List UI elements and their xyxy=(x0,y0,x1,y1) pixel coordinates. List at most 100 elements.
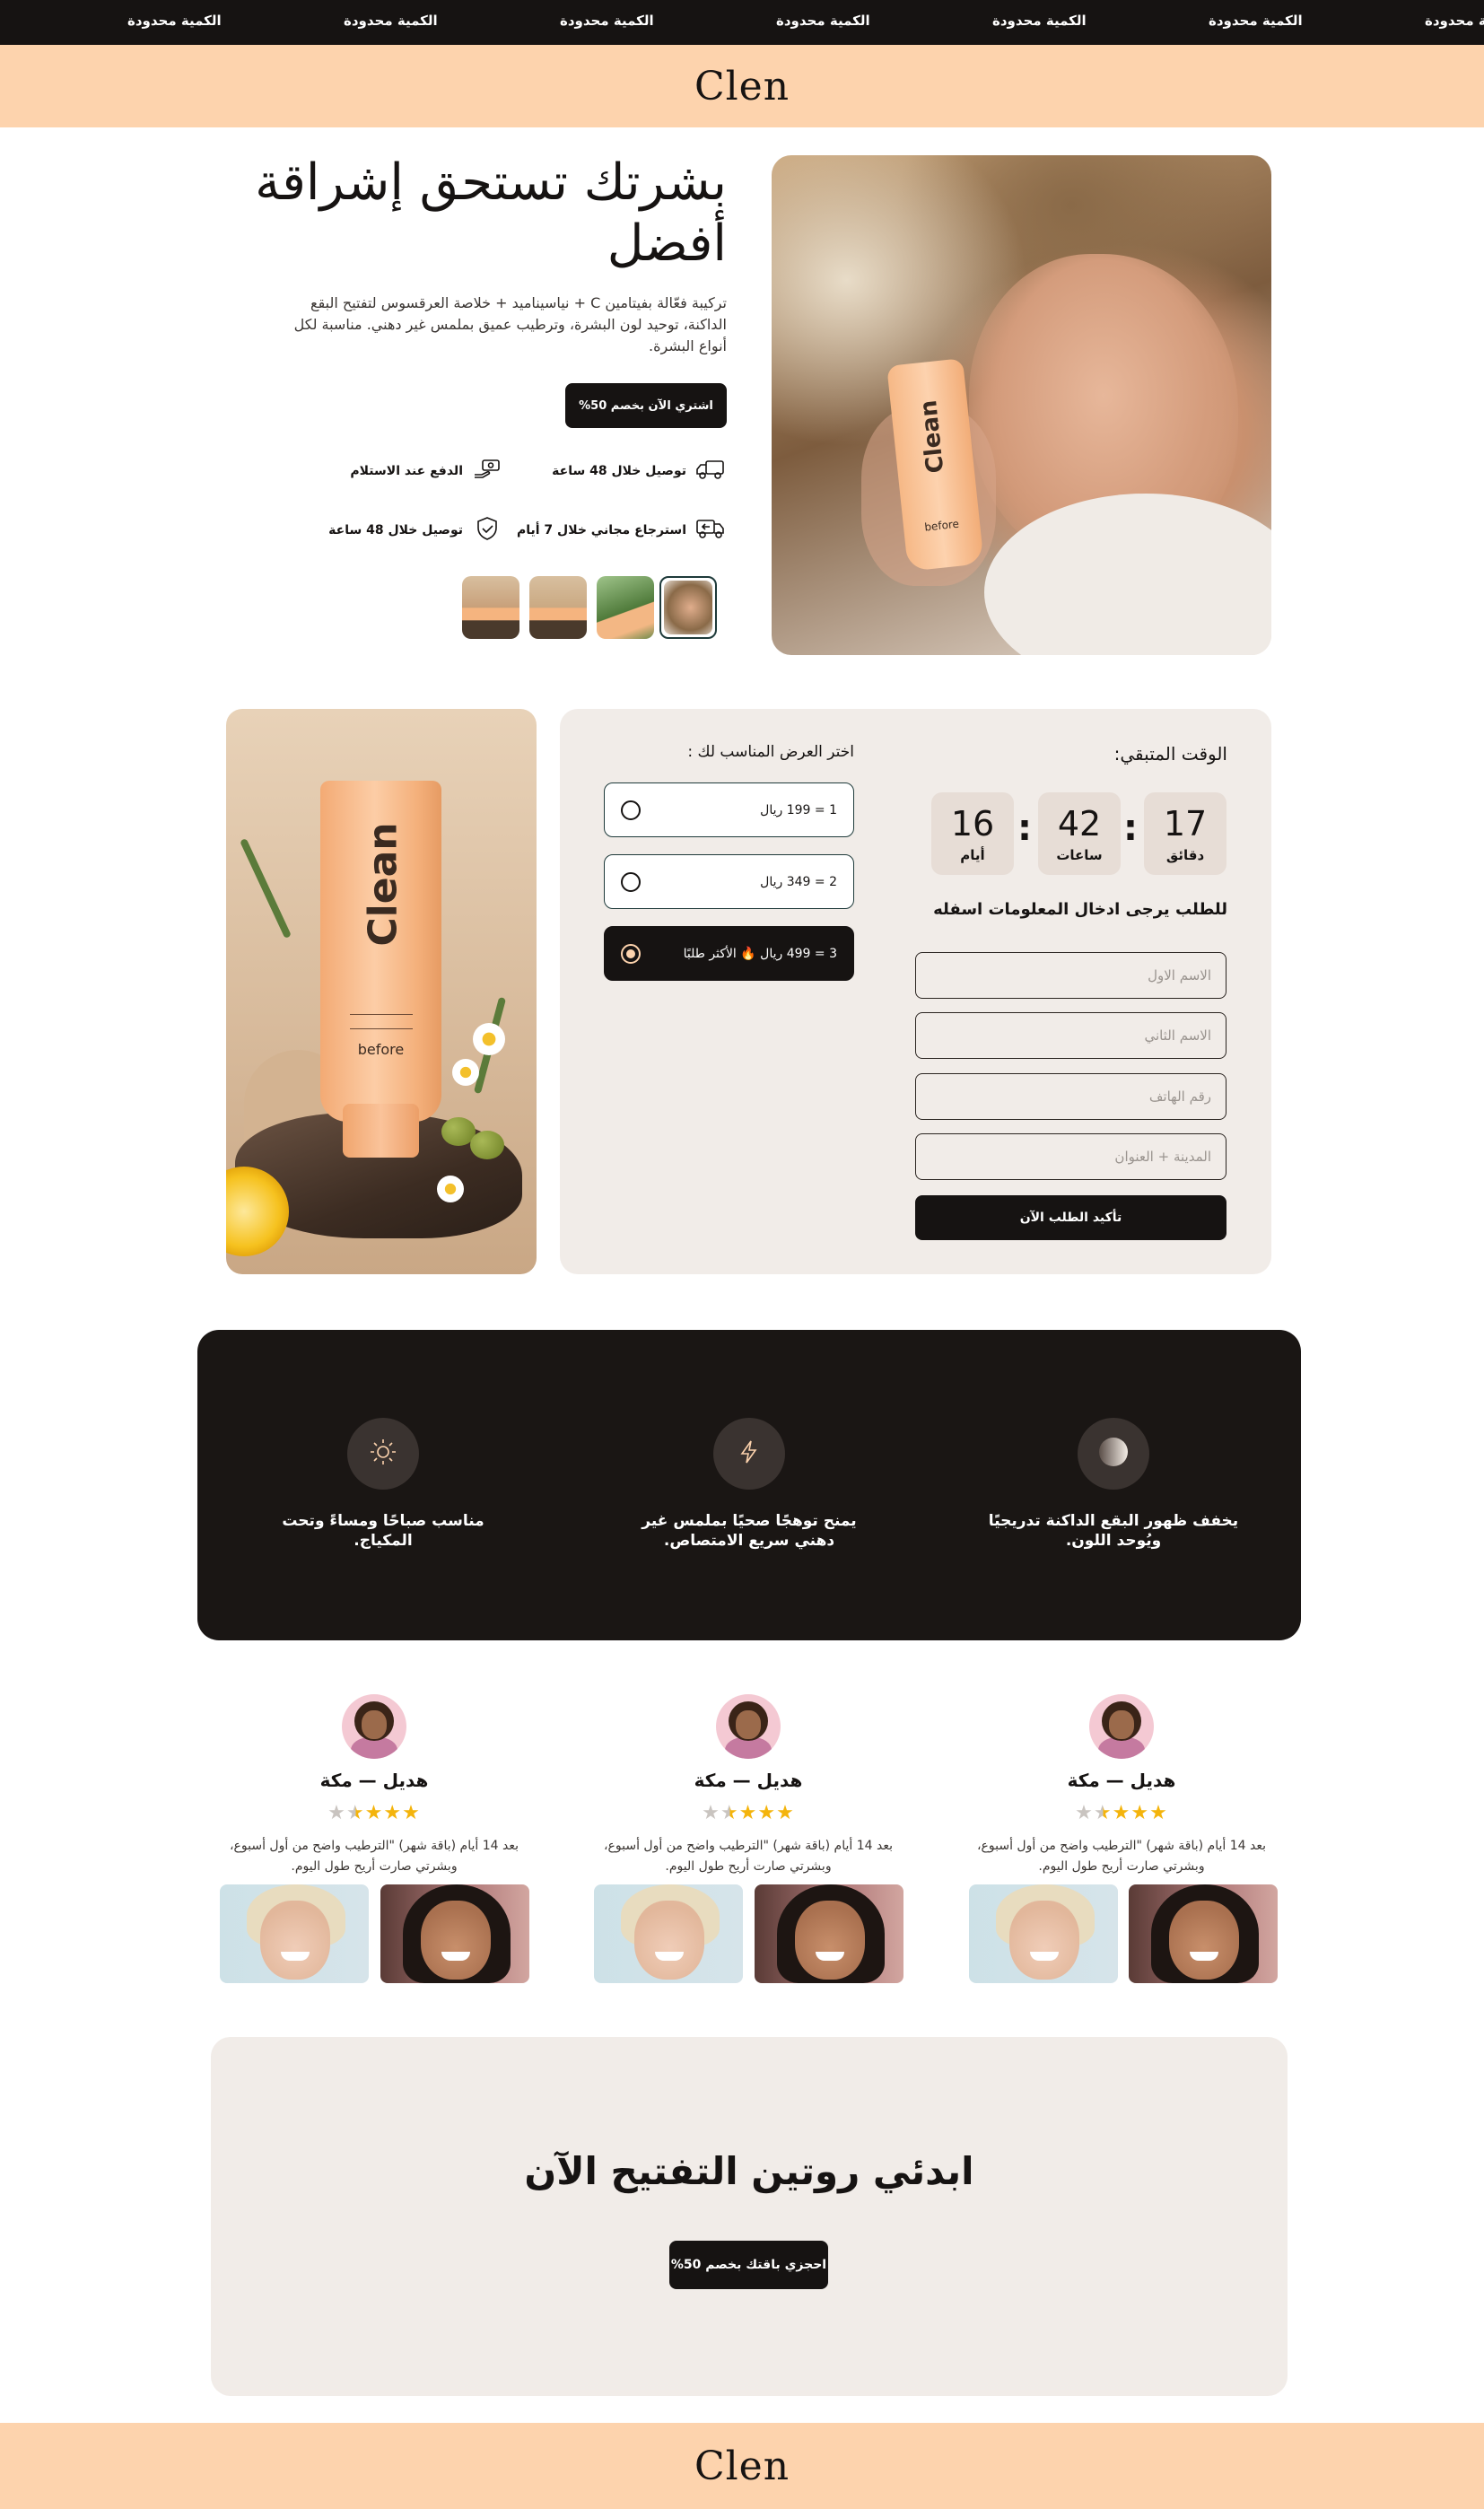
countdown-separator: : xyxy=(1123,808,1138,849)
countdown-days: 16 أيام xyxy=(931,792,1014,875)
review-photo[interactable] xyxy=(220,1884,369,1983)
reviewer-avatar xyxy=(342,1694,406,1759)
product-image: Clean before xyxy=(226,709,537,1274)
marquee-item: الكمية محدودة xyxy=(776,13,870,29)
product-tube-cap xyxy=(343,1104,419,1158)
review-text: بعد 14 أيام (باقة شهر) "الترطيب واضح من … xyxy=(230,1839,519,1874)
confirm-order-button[interactable]: تأكيد الطلب الآن xyxy=(915,1195,1226,1240)
shield-check-icon xyxy=(472,516,502,545)
countdown-minutes: 17 دقائق xyxy=(1144,792,1226,875)
tube-line xyxy=(350,1028,413,1029)
review-photo[interactable] xyxy=(594,1884,743,1983)
feature-return: استرجاع مجاني خلال 7 أيام xyxy=(517,512,726,548)
rating-stars: ★★★★★ xyxy=(1075,1802,1168,1824)
reviewer-name: هديل — مكة xyxy=(694,1770,803,1791)
benefit-text: يخفف ظهور البقع الداكنة تدريجيًا ويُوحد … xyxy=(988,1512,1239,1550)
offer-radio[interactable] xyxy=(621,871,641,892)
feature-label: الدفع عند الاستلام xyxy=(350,464,463,478)
feature-cod: الدفع عند الاستلام xyxy=(350,453,502,489)
feature-label: توصيل خلال 48 ساعة xyxy=(552,464,686,478)
cta-section xyxy=(211,2037,1288,2396)
marquee-item: الكمية محدودة xyxy=(344,13,438,29)
offer-radio[interactable] xyxy=(621,943,641,964)
gallery-thumb-3[interactable] xyxy=(529,576,587,639)
benefit-text: يمنح توهجًا صحيًا بملمس غير دهني سريع ال… xyxy=(642,1512,857,1550)
hero-description: تركيبة فعّالة بفيتامين C + نياسيناميد + … xyxy=(293,294,727,354)
offer-text: 2 = 349 ريال xyxy=(760,874,837,889)
marquee-item: الكمية محدودة xyxy=(560,13,654,29)
cash-hand-icon xyxy=(472,457,502,485)
offer-text: 1 = 199 ريال xyxy=(760,802,837,817)
product-sub-text: before xyxy=(357,1041,405,1058)
rating-stars: ★★★★★ xyxy=(702,1802,795,1824)
review-photo[interactable] xyxy=(755,1884,903,1983)
countdown-unit: دقائق xyxy=(1165,847,1205,863)
offer-label: اختر العرض المناسب لك : xyxy=(687,743,854,761)
daisy-flower xyxy=(473,1023,505,1055)
gallery-thumb-4[interactable] xyxy=(462,576,519,639)
offer-option-1[interactable]: 1 = 199 ريال xyxy=(604,782,854,837)
countdown-label: الوقت المتبقي: xyxy=(1113,743,1227,765)
countdown-unit: ساعات xyxy=(1056,847,1103,863)
last-name-field[interactable] xyxy=(915,1012,1226,1059)
marquee-item: الكمية محدودة xyxy=(1425,13,1484,29)
benefit-icon-wrap xyxy=(1078,1418,1149,1490)
order-form-title: للطلب يرجى ادخال المعلومات اسفله xyxy=(933,900,1227,919)
moon-circle-icon xyxy=(1097,1436,1130,1472)
offer-text: 3 = 499 ريال 🔥 الأكثر طلبًا xyxy=(683,946,837,961)
hero-title: بشرتك تستحق إشراقة أفضل xyxy=(255,153,727,273)
landing-page: الكمية محدودة الكمية محدودة الكمية محدود… xyxy=(0,0,1484,2509)
site-footer: Clen xyxy=(0,2423,1484,2509)
lightning-icon xyxy=(736,1438,763,1469)
footer-logo[interactable]: Clen xyxy=(694,2443,790,2489)
benefit-text: مناسب صباحًا ومساءً وتحت المكياج. xyxy=(282,1512,484,1550)
countdown-value: 17 xyxy=(1163,804,1208,844)
cta-title: ابدئي روتين التفتيح الآن xyxy=(524,2149,974,2193)
review-photo[interactable] xyxy=(1129,1884,1278,1983)
review-text: بعد 14 أيام (باقة شهر) "الترطيب واضح من … xyxy=(977,1839,1266,1874)
reviewer-name: هديل — مكة xyxy=(319,1770,429,1791)
buy-now-button[interactable]: اشتري الآن بخصم 50% xyxy=(565,383,727,428)
reviewer-avatar xyxy=(1089,1694,1154,1759)
feature-label: توصيل خلال 48 ساعة xyxy=(328,523,463,538)
daisy-flower xyxy=(437,1176,464,1202)
feature-guarantee: توصيل خلال 48 ساعة xyxy=(328,512,502,548)
tube-sub-text: before xyxy=(923,517,960,534)
brand-logo[interactable]: Clen xyxy=(694,64,790,109)
feature-label: استرجاع مجاني خلال 7 أيام xyxy=(516,523,686,538)
daisy-flower xyxy=(452,1059,479,1086)
hero-image: Clean before xyxy=(772,155,1271,655)
site-header: Clen xyxy=(0,45,1484,127)
announcement-marquee: الكمية محدودة الكمية محدودة الكمية محدود… xyxy=(0,0,1484,45)
benefit-icon-wrap xyxy=(347,1418,419,1490)
tube-line xyxy=(350,1014,413,1015)
first-name-field[interactable] xyxy=(915,952,1226,999)
countdown-unit: أيام xyxy=(960,847,985,863)
countdown-value: 42 xyxy=(1057,804,1102,844)
offer-option-2[interactable]: 2 = 349 ريال xyxy=(604,854,854,909)
book-package-button[interactable]: احجزي باقتك بخصم 50% xyxy=(669,2241,828,2289)
reviewer-name: هديل — مكة xyxy=(1067,1770,1176,1791)
gallery-thumb-2[interactable] xyxy=(597,576,654,639)
offer-radio[interactable] xyxy=(621,800,641,820)
truck-icon xyxy=(695,457,726,485)
review-photo[interactable] xyxy=(969,1884,1118,1983)
gallery-thumb-1[interactable] xyxy=(659,576,717,639)
countdown-value: 16 xyxy=(950,804,995,844)
marquee-item: الكمية محدودة xyxy=(1209,13,1303,29)
marquee-item: الكمية محدودة xyxy=(127,13,222,29)
rating-stars: ★★★★★ xyxy=(327,1802,421,1824)
feature-delivery: توصيل خلال 48 ساعة xyxy=(552,453,726,489)
countdown-hours: 42 ساعات xyxy=(1038,792,1121,875)
review-text: بعد 14 أيام (باقة شهر) "الترطيب واضح من … xyxy=(604,1839,893,1874)
sun-icon xyxy=(369,1438,397,1470)
review-photo[interactable] xyxy=(380,1884,529,1983)
offer-option-3[interactable]: 3 = 499 ريال 🔥 الأكثر طلبًا xyxy=(604,926,854,981)
phone-field[interactable] xyxy=(915,1073,1226,1120)
product-brand-text: Clean xyxy=(360,822,406,947)
marquee-item: الكمية محدودة xyxy=(992,13,1087,29)
tube-brand-text: Clean xyxy=(915,398,950,475)
olive xyxy=(470,1131,504,1159)
address-field[interactable] xyxy=(915,1133,1226,1180)
benefit-icon-wrap xyxy=(713,1418,785,1490)
